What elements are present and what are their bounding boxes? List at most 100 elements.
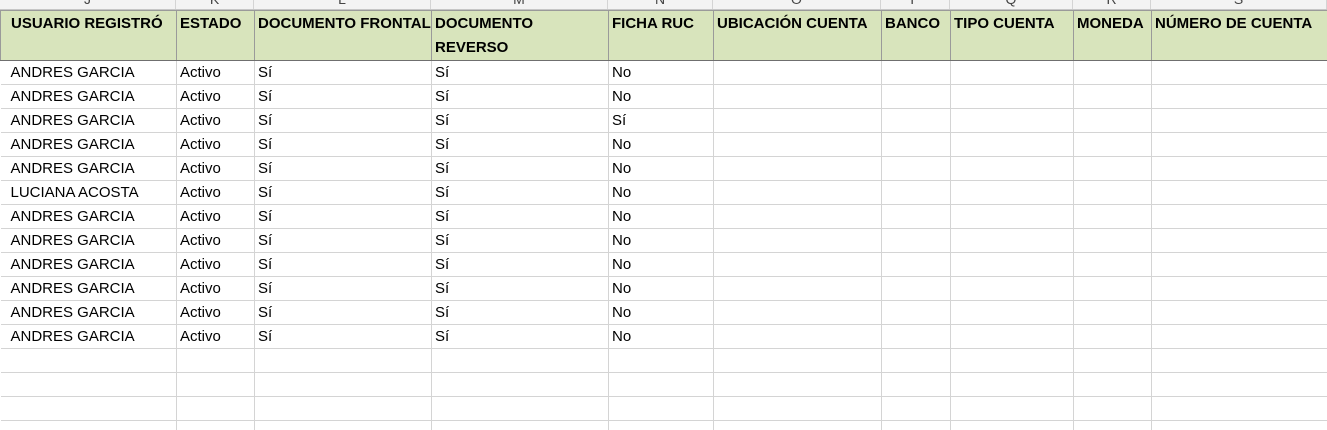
table-cell[interactable]: Sí	[431, 228, 609, 253]
table-cell[interactable]	[950, 108, 1074, 133]
table-cell[interactable]: No	[608, 60, 714, 85]
table-cell[interactable]	[950, 420, 1074, 430]
column-letter-m[interactable]: M	[431, 0, 608, 9]
table-cell[interactable]	[881, 84, 951, 109]
table-cell[interactable]: Activo	[176, 252, 255, 277]
table-cell[interactable]: ANDRES GARCIA	[0, 204, 177, 229]
column-letter-j[interactable]: J	[0, 0, 176, 9]
table-cell[interactable]: Sí	[254, 108, 432, 133]
table-cell[interactable]: No	[608, 324, 714, 349]
table-cell[interactable]	[1073, 372, 1152, 397]
table-cell[interactable]: ANDRES GARCIA	[0, 300, 177, 325]
table-cell[interactable]: Sí	[254, 156, 432, 181]
table-cell[interactable]: Sí	[431, 60, 609, 85]
table-cell[interactable]	[950, 156, 1074, 181]
table-cell[interactable]	[1073, 84, 1152, 109]
header-cell[interactable]: BANCO	[881, 10, 951, 61]
table-cell[interactable]: Sí	[254, 204, 432, 229]
table-cell[interactable]	[881, 324, 951, 349]
header-cell[interactable]: MONEDA	[1073, 10, 1152, 61]
table-cell[interactable]: Sí	[431, 204, 609, 229]
table-cell[interactable]: Sí	[254, 84, 432, 109]
table-cell[interactable]	[950, 276, 1074, 301]
table-cell[interactable]: No	[608, 252, 714, 277]
table-cell[interactable]	[1151, 156, 1327, 181]
table-cell[interactable]	[1151, 300, 1327, 325]
column-letter-r[interactable]: R	[1073, 0, 1151, 9]
table-cell[interactable]: Activo	[176, 156, 255, 181]
table-cell[interactable]	[0, 420, 177, 430]
column-letter-q[interactable]: Q	[950, 0, 1073, 9]
table-cell[interactable]: Activo	[176, 300, 255, 325]
table-cell[interactable]	[713, 84, 882, 109]
table-cell[interactable]: Sí	[431, 300, 609, 325]
table-cell[interactable]: Activo	[176, 324, 255, 349]
header-cell[interactable]: ESTADO	[176, 10, 255, 61]
table-cell[interactable]	[254, 348, 432, 373]
table-cell[interactable]	[1151, 108, 1327, 133]
header-cell[interactable]: FICHA RUC	[608, 10, 714, 61]
table-cell[interactable]	[608, 348, 714, 373]
table-cell[interactable]	[431, 348, 609, 373]
table-cell[interactable]: Sí	[254, 60, 432, 85]
table-cell[interactable]	[1073, 348, 1152, 373]
table-cell[interactable]: Sí	[254, 180, 432, 205]
table-cell[interactable]	[176, 396, 255, 421]
header-cell[interactable]: DOCUMENTO REVERSO	[431, 10, 609, 61]
table-cell[interactable]	[950, 60, 1074, 85]
table-cell[interactable]: Activo	[176, 60, 255, 85]
table-cell[interactable]	[950, 228, 1074, 253]
table-cell[interactable]	[431, 372, 609, 397]
table-cell[interactable]	[1151, 252, 1327, 277]
table-cell[interactable]	[1073, 228, 1152, 253]
table-cell[interactable]	[1151, 132, 1327, 157]
table-cell[interactable]: Sí	[254, 132, 432, 157]
table-cell[interactable]: Sí	[608, 108, 714, 133]
table-cell[interactable]: ANDRES GARCIA	[0, 60, 177, 85]
table-cell[interactable]	[881, 396, 951, 421]
table-cell[interactable]	[1151, 348, 1327, 373]
table-cell[interactable]	[0, 372, 177, 397]
table-cell[interactable]	[950, 300, 1074, 325]
table-cell[interactable]: Sí	[431, 180, 609, 205]
table-cell[interactable]	[1073, 180, 1152, 205]
table-cell[interactable]: Activo	[176, 204, 255, 229]
table-cell[interactable]: ANDRES GARCIA	[0, 132, 177, 157]
table-cell[interactable]: No	[608, 300, 714, 325]
table-cell[interactable]	[881, 60, 951, 85]
table-cell[interactable]: No	[608, 132, 714, 157]
table-cell[interactable]	[176, 348, 255, 373]
table-cell[interactable]: LUCIANA ACOSTA	[0, 180, 177, 205]
table-cell[interactable]	[950, 372, 1074, 397]
table-cell[interactable]: No	[608, 156, 714, 181]
table-cell[interactable]	[881, 300, 951, 325]
table-cell[interactable]	[950, 348, 1074, 373]
table-cell[interactable]	[713, 108, 882, 133]
table-cell[interactable]	[608, 396, 714, 421]
table-cell[interactable]: Sí	[431, 276, 609, 301]
table-cell[interactable]	[1151, 324, 1327, 349]
column-letter-k[interactable]: K	[176, 0, 254, 9]
column-letter-p[interactable]: P	[881, 0, 950, 9]
table-cell[interactable]	[713, 276, 882, 301]
table-cell[interactable]: No	[608, 204, 714, 229]
table-cell[interactable]	[881, 420, 951, 430]
table-cell[interactable]: Activo	[176, 180, 255, 205]
column-letter-o[interactable]: O	[713, 0, 881, 9]
table-cell[interactable]	[0, 348, 177, 373]
header-cell[interactable]: USUARIO REGISTRÓ	[0, 10, 177, 61]
table-cell[interactable]	[881, 372, 951, 397]
table-cell[interactable]	[176, 420, 255, 430]
table-cell[interactable]	[1073, 396, 1152, 421]
table-cell[interactable]	[881, 276, 951, 301]
table-cell[interactable]: Sí	[431, 108, 609, 133]
table-cell[interactable]	[1073, 324, 1152, 349]
table-cell[interactable]	[1073, 276, 1152, 301]
table-cell[interactable]: Activo	[176, 228, 255, 253]
table-cell[interactable]	[254, 372, 432, 397]
table-cell[interactable]	[431, 396, 609, 421]
table-cell[interactable]: ANDRES GARCIA	[0, 252, 177, 277]
table-cell[interactable]	[1151, 180, 1327, 205]
table-cell[interactable]: No	[608, 228, 714, 253]
table-cell[interactable]	[254, 420, 432, 430]
